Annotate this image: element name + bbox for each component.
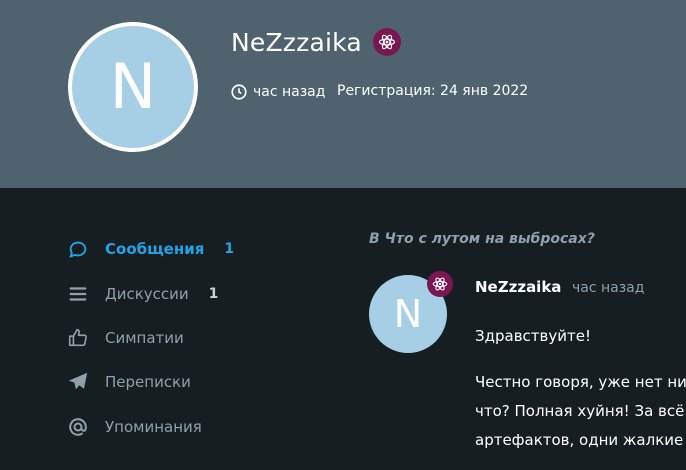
post-line: Здравствуйте! xyxy=(475,327,591,345)
nav-item-likes[interactable]: Симпатии xyxy=(66,323,184,353)
at-icon xyxy=(66,415,90,439)
thumbs-up-icon xyxy=(66,326,90,350)
post-timestamp[interactable]: час назад xyxy=(572,280,644,296)
post-body: Здравствуйте! Честно говоря, уже нет ни … xyxy=(475,322,686,455)
post-line: что? Полная хуйня! За всё xyxy=(475,402,685,420)
post-context-link[interactable]: В Что с лутом на выбросах? xyxy=(369,231,595,247)
nav-item-count: 1 xyxy=(208,286,219,302)
nav-item-messages[interactable]: Сообщения 1 xyxy=(66,234,234,264)
nav-item-label: Сообщения xyxy=(105,240,205,258)
clock-icon xyxy=(231,84,247,100)
list-icon xyxy=(66,282,90,306)
atom-icon[interactable] xyxy=(373,28,401,56)
profile-header: N NeZzzaika час назад Регистрация: 24 ян… xyxy=(0,0,686,188)
post-author-link[interactable]: NeZzzaika xyxy=(475,278,561,296)
profile-avatar[interactable]: N xyxy=(68,22,198,152)
last-seen-text: час назад xyxy=(253,84,326,100)
nav-item-mentions[interactable]: Упоминания xyxy=(66,412,202,442)
profile-avatar-letter: N xyxy=(109,50,157,123)
last-seen: час назад xyxy=(230,83,325,101)
post-line: артефактов, одни жалкие xyxy=(475,431,684,449)
paper-plane-icon xyxy=(66,370,90,394)
atom-icon[interactable] xyxy=(427,271,453,297)
nav-item-label: Переписки xyxy=(105,373,191,391)
nav-item-label: Упоминания xyxy=(105,418,202,436)
registration-date: Регистрация: 24 янв 2022 xyxy=(337,83,529,99)
nav-item-label: Дискуссии xyxy=(105,285,189,303)
nav-item-conversations[interactable]: Переписки xyxy=(66,367,191,397)
post-avatar-letter: N xyxy=(393,292,423,336)
nav-item-label: Симпатии xyxy=(105,329,184,347)
profile-username: NeZzzaika xyxy=(231,28,362,57)
post-line: Честно говоря, уже нет ни xyxy=(475,373,686,391)
nav-item-discussions[interactable]: Дискуссии 1 xyxy=(66,279,218,309)
speech-bubble-icon xyxy=(66,237,90,261)
nav-item-count: 1 xyxy=(224,241,235,257)
